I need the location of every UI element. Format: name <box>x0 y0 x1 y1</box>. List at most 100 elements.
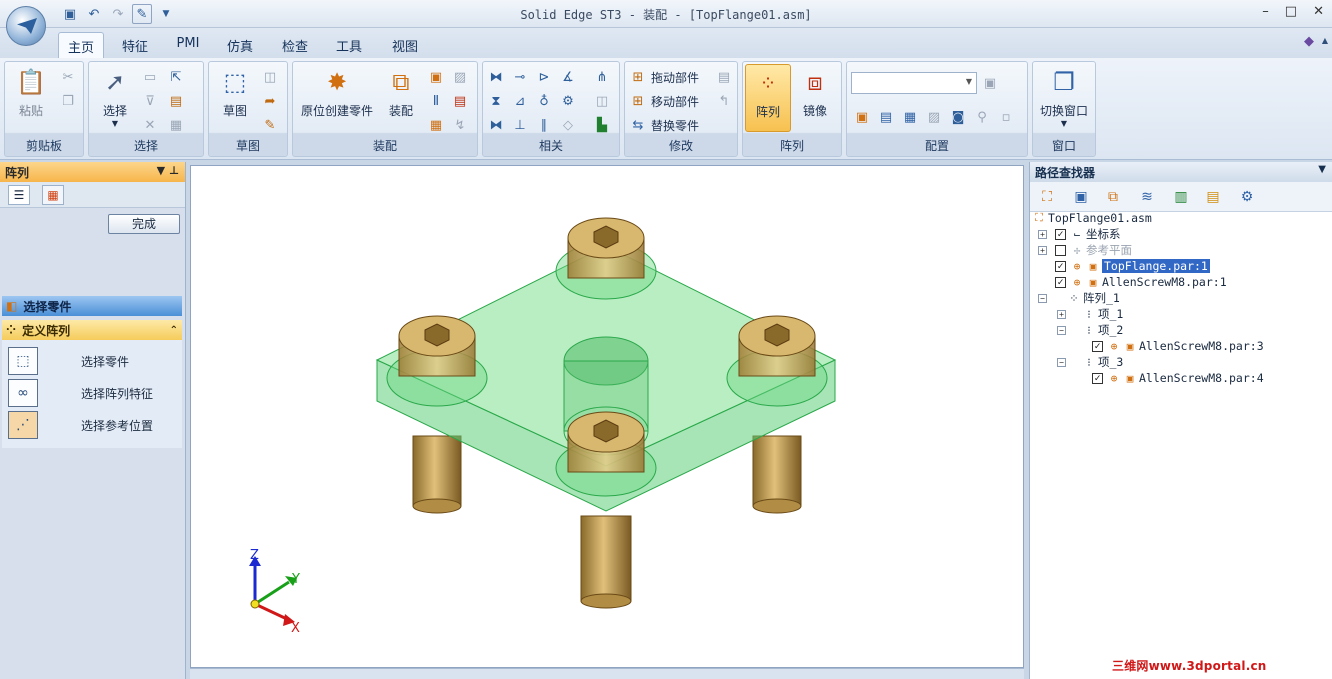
disperse-icon[interactable]: ↰ <box>715 92 733 110</box>
relationship-health-icon[interactable]: ▙ <box>593 116 611 134</box>
tree-features-icon[interactable]: ⧉ <box>1102 186 1124 208</box>
fastener-icon[interactable]: Ⅱ <box>427 92 445 110</box>
create-in-place-button[interactable]: ✸ 原位创建零件 <box>295 66 379 119</box>
ribbon-minimize-icon[interactable]: ▲ <box>1322 36 1328 45</box>
tree-node-pattern-1[interactable]: − ⁘ 阵列_1 <box>1038 290 1120 306</box>
checkbox[interactable]: ✓ <box>1055 260 1066 272</box>
select-part-item[interactable]: ⬚ 选择零件 <box>8 346 129 376</box>
config-icon-2[interactable]: ▤ <box>877 108 895 126</box>
frame-icon[interactable]: ▤ <box>451 92 469 110</box>
assemble-button[interactable]: ⧉ 装配 <box>381 66 421 119</box>
select-reference-position-item[interactable]: ⋰ 选择参考位置 <box>8 410 153 440</box>
replace-part-button[interactable]: ⇆ 替换零件 <box>629 116 699 134</box>
expand-icon[interactable]: + <box>1038 245 1047 255</box>
connect-icon[interactable]: ⊿ <box>511 92 529 110</box>
minimize-button[interactable]: – <box>1262 4 1269 19</box>
step-define-pattern[interactable]: ⁘ 定义阵列 ⌃ <box>2 320 182 340</box>
select-pattern-feature-item[interactable]: ∞ 选择阵列特征 <box>8 378 153 408</box>
config-icon-1[interactable]: ▣ <box>853 108 871 126</box>
tab-simulation[interactable]: 仿真 <box>218 32 262 58</box>
relationship-handles-icon[interactable]: ◫ <box>593 92 611 110</box>
maximize-button[interactable]: □ <box>1285 4 1297 19</box>
move-component-button[interactable]: ⊞ 移动部件 <box>629 92 699 110</box>
collapse-icon[interactable]: − <box>1057 357 1066 367</box>
config-icon-4[interactable]: ▨ <box>925 108 943 126</box>
part-library-icon[interactable]: ▨ <box>451 68 469 86</box>
ground-icon[interactable]: ⊥ <box>511 116 529 134</box>
tree-settings-icon[interactable]: ⚙ <box>1236 186 1258 208</box>
search-icon[interactable]: ⚲ <box>973 108 991 126</box>
planar-align-icon[interactable]: ⊳ <box>535 68 553 86</box>
configuration-dropdown[interactable]: ▼ <box>851 72 977 94</box>
mate-icon[interactable]: ⧓ <box>487 68 505 86</box>
tools-icon[interactable]: ✕ <box>141 116 159 134</box>
select-arrow-icon[interactable]: ⇱ <box>167 68 185 86</box>
chevron-down-icon[interactable]: ▼ <box>1318 164 1326 175</box>
tab-tools[interactable]: 工具 <box>326 32 372 58</box>
tab-pmi[interactable]: PMI <box>166 32 210 58</box>
gear-icon[interactable]: ⚙ <box>559 92 577 110</box>
transfer-icon[interactable]: ▤ <box>715 68 733 86</box>
collapse-icon[interactable]: − <box>1057 325 1066 335</box>
pattern-button[interactable]: ⁘ 阵列 <box>745 64 791 132</box>
switch-window-button[interactable]: ❐ 切换窗口 ▼ <box>1035 66 1093 128</box>
close-button[interactable]: ✕ <box>1313 4 1324 19</box>
tree-node-topflange[interactable]: ✓ ⊕ ▣ TopFlange.par:1 <box>1055 258 1210 274</box>
pipe-icon[interactable]: ↯ <box>451 116 469 134</box>
config-icon-5[interactable]: ▫ <box>997 108 1015 126</box>
copy-icon[interactable]: ❐ <box>59 92 77 110</box>
save-config-icon[interactable]: ▣ <box>981 74 999 92</box>
help-icon[interactable]: ◆ <box>1304 34 1314 49</box>
graphics-viewport[interactable]: Z Y X <box>190 165 1024 668</box>
cut-icon[interactable]: ✂ <box>59 68 77 86</box>
tangent-icon[interactable]: ♁ <box>535 92 553 110</box>
collapse-icon[interactable]: − <box>1038 293 1047 303</box>
tree-filter-icon[interactable]: ▥ <box>1170 186 1192 208</box>
step-select-part[interactable]: ◧ 选择零件 <box>2 296 182 316</box>
axial-align-icon[interactable]: ⊸ <box>511 68 529 86</box>
insert-part-icon[interactable]: ▣ <box>427 68 445 86</box>
done-button[interactable]: 完成 <box>108 214 180 234</box>
tree-relations-icon[interactable]: ≋ <box>1136 186 1158 208</box>
cam-icon[interactable]: ⧓ <box>487 116 505 134</box>
properties-tab-icon[interactable]: ☰ <box>8 185 30 205</box>
sketch-plane-icon[interactable]: ◫ <box>261 68 279 86</box>
mirror-button[interactable]: ⧈ 镜像 <box>795 66 835 119</box>
collapse-icon[interactable]: ⌃ <box>170 325 178 336</box>
angle-icon[interactable]: ∡ <box>559 68 577 86</box>
tree-node-item-1[interactable]: + ⁝ 项_1 <box>1057 306 1123 322</box>
color-tab-icon[interactable]: ▦ <box>42 185 64 205</box>
tree-root[interactable]: ⛶ TopFlange01.asm <box>1032 210 1152 226</box>
tree-node-allenscrew-1[interactable]: ✓ ⊕ ▣ AllenScrewM8.par:1 <box>1055 274 1227 290</box>
tab-view[interactable]: 视图 <box>382 32 428 58</box>
sketch-project-icon[interactable]: ➦ <box>261 92 279 110</box>
select-button[interactable]: ➚ 选择 ▼ <box>95 66 135 128</box>
tab-features[interactable]: 特征 <box>112 32 158 58</box>
tree-folder-icon[interactable]: ▤ <box>1202 186 1224 208</box>
flash-fit-icon[interactable]: ⧗ <box>487 92 505 110</box>
wire-icon[interactable]: ▦ <box>427 116 445 134</box>
tree-node-allenscrew-4[interactable]: ✓ ⊕ ▣ AllenScrewM8.par:4 <box>1092 370 1264 386</box>
tree-node-item-3[interactable]: − ⁝ 项_3 <box>1057 354 1123 370</box>
checkbox[interactable]: ✓ <box>1055 276 1066 288</box>
config-icon-3[interactable]: ▦ <box>901 108 919 126</box>
filter-icon[interactable]: ⊽ <box>141 92 159 110</box>
match-cs-icon[interactable]: ◇ <box>559 116 577 134</box>
drag-component-button[interactable]: ⊞ 拖动部件 <box>629 68 699 86</box>
pencil-icon[interactable]: ✎ <box>261 116 279 134</box>
expand-icon[interactable]: + <box>1057 309 1066 319</box>
checkbox[interactable]: ✓ <box>1092 340 1103 352</box>
checkbox[interactable]: ✓ <box>1055 228 1066 240</box>
tree-node-item-2[interactable]: − ⁝ 项_2 <box>1057 322 1123 338</box>
checkbox[interactable]: ✓ <box>1092 372 1103 384</box>
tree-node-reference-planes[interactable]: + ✢ 参考平面 <box>1038 242 1132 258</box>
parallel-icon[interactable]: ∥ <box>535 116 553 134</box>
paste-button[interactable]: 📋 粘贴 <box>11 66 51 119</box>
select-box-icon[interactable]: ▭ <box>141 68 159 86</box>
camera-icon[interactable]: ◙ <box>949 108 967 126</box>
expand-icon[interactable]: + <box>1038 229 1047 239</box>
select-mode-icon[interactable]: ▦ <box>167 116 185 134</box>
tree-node-coordinate-system[interactable]: + ✓ ⌙ 坐标系 <box>1038 226 1121 242</box>
tree-assembly-icon[interactable]: ⛶ <box>1036 186 1058 208</box>
relationship-assistant-icon[interactable]: ⋔ <box>593 68 611 86</box>
